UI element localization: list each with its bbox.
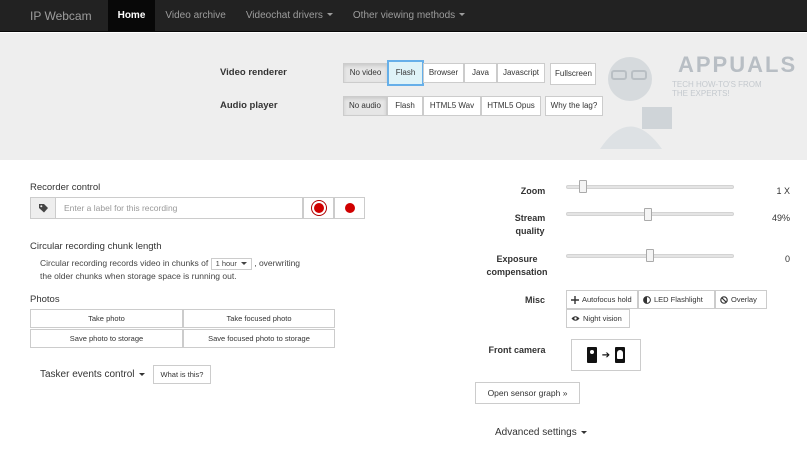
video-browser-button[interactable]: Browser bbox=[423, 63, 464, 83]
caret-down-icon bbox=[580, 430, 587, 434]
record-dot-icon bbox=[344, 203, 355, 213]
open-sensor-graph-button[interactable]: Open sensor graph » bbox=[475, 382, 580, 404]
chunk-length-value: 1 hour bbox=[215, 258, 237, 268]
record-icon bbox=[313, 203, 324, 213]
nav-home[interactable]: Home bbox=[107, 0, 156, 32]
audio-html5-opus-button[interactable]: HTML5 Opus bbox=[481, 96, 541, 116]
save-focused-photo-button[interactable]: Save focused photo to storage bbox=[183, 329, 335, 348]
what-is-this-button[interactable]: What is this? bbox=[153, 365, 211, 384]
watermark-subtitle-line2: THE EXPERTS! bbox=[672, 89, 730, 98]
autofocus-hold-label: Autofocus hold bbox=[582, 295, 632, 304]
watermark-subtitle-line1: TECH HOW-TO'S FROM bbox=[672, 80, 762, 89]
chunk-text-line2: the older chunks when storage space is r… bbox=[40, 271, 237, 281]
phone-front-camera-icon bbox=[615, 347, 626, 363]
caret-down-icon bbox=[240, 262, 247, 266]
eye-icon bbox=[571, 316, 580, 321]
take-photo-button[interactable]: Take photo bbox=[30, 309, 183, 328]
exposure-label: Exposure compensation bbox=[481, 253, 553, 279]
chunk-text-after: , overwriting bbox=[254, 258, 301, 268]
recorder-control-title: Recorder control bbox=[30, 182, 101, 193]
nav-other-viewing-label: Other viewing methods bbox=[352, 9, 456, 21]
night-vision-button[interactable]: Night vision bbox=[566, 309, 630, 328]
record-button[interactable] bbox=[303, 197, 334, 219]
caret-down-icon bbox=[459, 13, 466, 17]
photos-title: Photos bbox=[30, 294, 60, 305]
tag-icon bbox=[30, 197, 56, 219]
led-flashlight-label: LED Flashlight bbox=[654, 295, 703, 304]
stream-quality-line2: quality bbox=[515, 226, 545, 236]
chunk-text-before: Circular recording records video in chun… bbox=[40, 258, 209, 268]
crosshair-icon bbox=[571, 295, 579, 304]
phone-back-camera-icon bbox=[586, 347, 597, 363]
caret-down-icon bbox=[138, 372, 145, 376]
exposure-value: 0 bbox=[784, 254, 790, 264]
watermark-title: APPUALS bbox=[678, 52, 798, 77]
misc-label: Misc bbox=[524, 295, 545, 305]
video-flash-button[interactable]: Flash bbox=[388, 61, 423, 85]
tasker-events-label: Tasker events control bbox=[40, 369, 135, 380]
recording-label-input[interactable] bbox=[55, 197, 303, 219]
night-vision-label: Night vision bbox=[583, 314, 622, 323]
video-no-video-button[interactable]: No video bbox=[343, 63, 388, 83]
why-lag-button[interactable]: Why the lag? bbox=[545, 96, 603, 116]
zoom-value: 1 X bbox=[776, 186, 790, 196]
exposure-line2: compensation bbox=[486, 267, 548, 277]
chunk-length-title: Circular recording chunk length bbox=[30, 241, 162, 252]
advanced-settings-label: Advanced settings bbox=[495, 427, 577, 438]
front-camera-label: Front camera bbox=[488, 345, 546, 355]
nav-videochat-drivers-label: Videochat drivers bbox=[245, 9, 323, 21]
chunk-description: Circular recording records video in chun… bbox=[40, 257, 300, 283]
stream-quality-line1: Stream bbox=[514, 213, 546, 223]
take-focused-photo-button[interactable]: Take focused photo bbox=[183, 309, 335, 328]
overlay-label: Overlay bbox=[731, 295, 757, 304]
autofocus-hold-button[interactable]: Autofocus hold bbox=[566, 290, 638, 309]
zoom-slider-handle[interactable] bbox=[578, 180, 587, 193]
zoom-label: Zoom bbox=[520, 186, 546, 196]
caret-down-icon bbox=[326, 13, 333, 17]
video-renderer-label: Video renderer bbox=[220, 67, 287, 78]
nav-video-archive[interactable]: Video archive bbox=[155, 0, 235, 32]
tasker-events-dropdown[interactable]: Tasker events control bbox=[40, 369, 145, 380]
front-camera-toggle[interactable]: ➔ bbox=[571, 339, 641, 371]
exposure-slider-handle[interactable] bbox=[646, 249, 654, 262]
overlay-button[interactable]: Overlay bbox=[715, 290, 767, 309]
top-navbar: IP Webcam Home Video archive Videochat d… bbox=[0, 0, 807, 32]
brand-title[interactable]: IP Webcam bbox=[0, 0, 108, 32]
record-dot-button[interactable] bbox=[334, 197, 365, 219]
watermark-subtitle: TECH HOW-TO'S FROM THE EXPERTS! bbox=[672, 80, 762, 98]
video-javascript-button[interactable]: Javascript bbox=[497, 63, 545, 83]
nav-videochat-drivers[interactable]: Videochat drivers bbox=[236, 0, 343, 32]
nav-other-viewing-methods[interactable]: Other viewing methods bbox=[343, 0, 475, 32]
stream-quality-label: Stream quality bbox=[497, 212, 563, 238]
contrast-icon bbox=[643, 295, 651, 304]
ban-icon bbox=[720, 295, 728, 304]
advanced-settings-dropdown[interactable]: Advanced settings bbox=[495, 427, 587, 438]
audio-player-label: Audio player bbox=[220, 100, 278, 111]
zoom-slider-track[interactable] bbox=[566, 185, 734, 189]
led-flashlight-button[interactable]: LED Flashlight bbox=[638, 290, 715, 309]
audio-html5-wav-button[interactable]: HTML5 Wav bbox=[423, 96, 481, 116]
chunk-length-select[interactable]: 1 hour bbox=[210, 257, 252, 270]
arrow-right-icon: ➔ bbox=[601, 349, 611, 361]
quality-slider-handle[interactable] bbox=[644, 208, 653, 221]
audio-no-audio-button[interactable]: No audio bbox=[343, 96, 387, 116]
save-photo-button[interactable]: Save photo to storage bbox=[30, 329, 183, 348]
fullscreen-button[interactable]: Fullscreen bbox=[550, 63, 596, 85]
exposure-line1: Exposure bbox=[496, 254, 538, 264]
quality-value: 49% bbox=[771, 213, 790, 223]
video-java-button[interactable]: Java bbox=[464, 63, 497, 83]
audio-flash-button[interactable]: Flash bbox=[387, 96, 423, 116]
